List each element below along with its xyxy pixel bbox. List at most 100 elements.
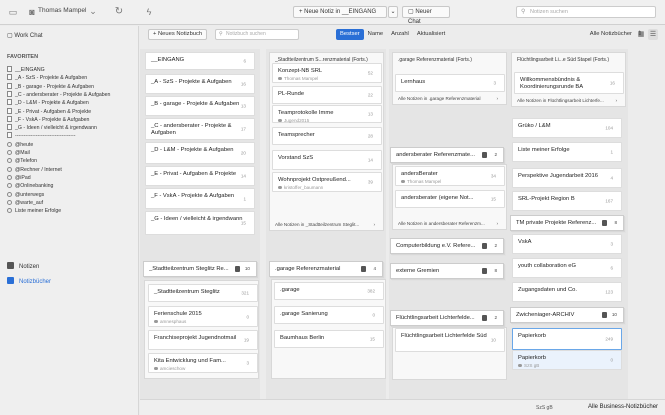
all-notes-in-stack-link[interactable]: Alle Notizen in Flüchtlingsarbeit Lichte… [517, 98, 617, 103]
favorite-item[interactable]: @iPad [7, 174, 132, 182]
notebook-card[interactable]: _A - SzS - Projekte & Aufgaben 16 [145, 74, 255, 94]
sort-best[interactable]: Bestser [336, 29, 364, 40]
notebook-card[interactable]: VskA 3 [512, 234, 622, 254]
notebook-card[interactable]: andersberater (eigene Not... 15 [395, 190, 505, 208]
chevron-down-icon[interactable]: ⌄ [87, 5, 99, 17]
notebook-card[interactable]: Flüchtlingsarbeit Lichterfelde Süd 10 [395, 328, 505, 352]
favorite-item[interactable]: __EINGANG [7, 66, 132, 74]
favorite-item[interactable]: @Onlinebanking [7, 182, 132, 190]
notebook-search-input[interactable]: ⚲ Notizbuch suchen [215, 29, 299, 40]
account-name[interactable]: Thomas Mampel [38, 7, 86, 14]
notebook-card[interactable]: andersBerater Thomas Mampel 34 [395, 166, 505, 186]
sidebar-toggle-icon[interactable]: ▭ [7, 6, 19, 18]
notebook-card[interactable]: Kita Entwicklung und Fam... amcieschow 3 [148, 353, 258, 373]
notebook-card[interactable]: Perspektive Jugendarbeit 2016 4 [512, 168, 622, 188]
notebook-title: youth collaboration eG [518, 263, 577, 269]
grid-view-icon[interactable]: ▦ [636, 29, 646, 40]
notebook-card[interactable]: __EINGANG 6 [145, 52, 255, 70]
notebook-filter-select[interactable]: Alle Notizbücher ⇕ [564, 29, 642, 40]
stack-title: Flüchtlingsarbeit Lichterfelde... [396, 315, 475, 321]
notebook-card[interactable]: _Stadtteilzentrum Steglitz 321 [148, 284, 258, 302]
notebook-card[interactable]: _C - andersberater - Projekte & Aufgaben… [145, 118, 255, 140]
notebook-stack[interactable]: Flüchtlingsarbeit Lichterfelde... 2 [390, 310, 504, 326]
notebook-card[interactable]: Lernhaus 3 [395, 74, 505, 92]
favorite-item[interactable]: _E - Privat - Aufgaben & Projekte [7, 107, 132, 116]
trash-card[interactable]: Papierkorb 249 [512, 328, 622, 350]
favorite-item[interactable]: _A - SzS - Projekte & Aufgaben [7, 74, 132, 82]
trash-card[interactable]: Papierkorb SzS gB 0 [512, 350, 622, 370]
all-business-notebooks-link[interactable]: Alle Business-Notizbücher [588, 404, 658, 410]
notebook-card[interactable]: _F - VskA - Projekte & Aufgaben 1 [145, 188, 255, 209]
notebook-card[interactable]: Vorstand SzS 14 [272, 150, 382, 170]
user-icon [278, 119, 282, 122]
notebook-card[interactable]: Konzept-NB SRL Thomas Mampel 52 [272, 63, 382, 83]
favorite-item[interactable]: _D - L&M - Projekte & Aufgaben [7, 99, 132, 107]
favorite-item[interactable]: @unterwegs [7, 191, 132, 199]
favorite-item[interactable]: @Rechner / Internet [7, 166, 132, 174]
sort-updated[interactable]: Aktualisiert [413, 29, 449, 40]
notebook-card[interactable]: Teamsprecher 28 [272, 127, 382, 145]
notebook-card[interactable]: .garage Sanierung 0 [274, 306, 384, 324]
activity-icon[interactable]: ϟ [143, 6, 155, 18]
favorite-item[interactable]: @Mail [7, 149, 132, 157]
nav-notebooks[interactable]: Notizbücher [7, 277, 51, 287]
work-chat-item[interactable]: ▢ Work Chat [7, 32, 43, 39]
notebook-card[interactable]: SRL-Projekt Region B 167 [512, 191, 622, 211]
favorite-label: Liste meiner Erfolge [15, 208, 62, 215]
new-note-button[interactable]: + Neue Notiz in __EINGANG [293, 6, 387, 18]
notebook-card[interactable]: Liste meiner Erfolge 1 [512, 142, 622, 162]
notebook-card[interactable]: .garage 382 [274, 282, 384, 300]
notebook-owner-name: amcieschow [160, 366, 186, 371]
notebook-stack[interactable]: Zwicheniager-ARCHIV 10 [510, 307, 624, 323]
favorite-item[interactable]: _B - garage - Projekte & Aufgaben [7, 82, 132, 91]
list-view-icon[interactable]: ☰ [648, 29, 658, 40]
favorite-item[interactable]: @heute [7, 141, 132, 149]
all-notes-in-stack-link[interactable]: Alle Notizen in andersberater Referenzm.… [398, 221, 498, 226]
notebook-card[interactable]: youth collaboration eG 6 [512, 258, 622, 278]
notebook-stack[interactable]: _Stadtteilzentrum Steglitz Re... 10 [143, 261, 257, 277]
favorite-item[interactable]: @warte_auf [7, 199, 132, 207]
favorite-item[interactable]: Liste meiner Erfolge [7, 207, 132, 215]
new-chat-button[interactable]: ▢ Neuer Chat [402, 6, 450, 25]
notebook-stack[interactable]: TM private Projekte Referenz... 8 [510, 215, 624, 231]
all-notes-in-stack-link[interactable]: Alle Notizen in .garage Referenzmaterial… [398, 96, 498, 101]
favorite-item[interactable]: @Telefon [7, 157, 132, 165]
new-notebook-button[interactable]: + Neues Notizbuch [148, 29, 208, 40]
account-icon[interactable]: ◙ [26, 6, 38, 18]
notebook-card[interactable]: Wohnprojekt Ostpreußend... kristoffer_bau… [272, 172, 382, 192]
notebook-search-placeholder: Notizbuch suchen [226, 31, 266, 37]
notebook-card[interactable]: Ferienschule 2015 amnesphaus 0 [148, 306, 258, 327]
notebook-stack[interactable]: andersberater Referenzmate... 2 [390, 147, 504, 163]
notebook-title: Baumhaus Berlin [280, 335, 325, 341]
favorite-item[interactable]: _F - VskA - Projekte & Aufgaben [7, 115, 132, 124]
all-notes-in-stack-link[interactable]: Alle Notizen in _Stadtteilzentrum Stegli… [275, 222, 375, 227]
notebook-card[interactable]: Teamprotokolle Imme Jugend2015 13 [272, 105, 382, 123]
sort-name[interactable]: Name [364, 29, 387, 40]
notebook-card[interactable]: _E - Privat - Aufgaben & Projekte 14 [145, 166, 255, 186]
notebook-card[interactable]: _D - L&M - Projekte & Aufgaben 20 [145, 142, 255, 164]
notebook-card[interactable]: _G - Ideen / vielleicht & irgendwann 15 [145, 211, 255, 235]
notebook-stack[interactable]: Computerbildung e.V. Refere... 2 [390, 238, 504, 254]
stack-icon [482, 243, 487, 249]
notebook-card[interactable]: Willkommensbündnis & Koordinierungsrunde… [514, 72, 624, 94]
sort-count[interactable]: Anzahl [387, 29, 413, 40]
favorite-item[interactable]: ----------------------------------- [7, 132, 132, 140]
notebook-card[interactable]: PL-Runde 22 [272, 86, 382, 104]
notebook-card[interactable]: Baumhaus Berlin 15 [274, 330, 384, 348]
notebook-card[interactable]: _B - garage - Projekte & Aufgaben 13 [145, 96, 255, 116]
nav-notes[interactable]: Notizen [7, 262, 39, 272]
notebook-card[interactable]: Grüko / L&M 104 [512, 118, 622, 138]
work-chat-label: Work Chat [14, 33, 43, 39]
notebook-card[interactable]: Zugangsdaten und Co. 123 [512, 282, 622, 302]
note-count: 167 [605, 198, 613, 204]
notebook-stack[interactable]: .garage Referenzmaterial 4 [269, 261, 383, 277]
sync-icon[interactable]: ↻ [113, 6, 125, 18]
notebook-owner: kristoffer_baumann [278, 185, 323, 190]
notebook-card[interactable]: Franchiseprojekt Jugendnotmail 19 [148, 330, 258, 350]
favorite-item[interactable]: _C - andersberater - Projekte & Aufgaben [7, 90, 132, 99]
notebook-stack[interactable]: externe Gremien 8 [390, 263, 504, 279]
favorite-item[interactable]: _G - Ideen / vielleicht & irgendwann [7, 124, 132, 132]
notes-search-input[interactable]: ⚲ Notizen suchen [516, 6, 656, 18]
new-note-dropdown-button[interactable]: ⌄ [388, 6, 398, 18]
note-count: 22 [367, 92, 373, 98]
